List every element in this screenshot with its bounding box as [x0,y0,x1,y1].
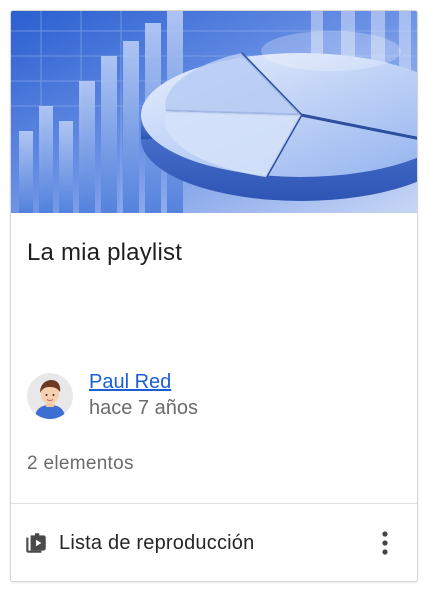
author-text: Paul Red hace 7 años [89,370,198,422]
avatar-icon [27,373,73,419]
playlist-card[interactable]: La mia playlist Paul Red hace 7 años 2 e… [10,10,418,582]
card-footer: Lista de reproducción [11,504,417,581]
more-vert-icon[interactable] [375,528,395,558]
author-block: Paul Red hace 7 años [27,371,198,421]
user-avatar[interactable] [27,373,73,419]
playlist-icon [23,530,49,556]
author-time: hace 7 años [89,397,198,419]
content-type-label: Lista de reproducción [59,531,255,554]
playlist-thumbnail[interactable] [11,11,417,213]
playlist-title[interactable]: La mia playlist [27,239,182,267]
item-count: 2 elementos [27,453,134,474]
author-name-link[interactable]: Paul Red [89,370,198,394]
pie-chart-thumbnail-image [11,11,417,213]
